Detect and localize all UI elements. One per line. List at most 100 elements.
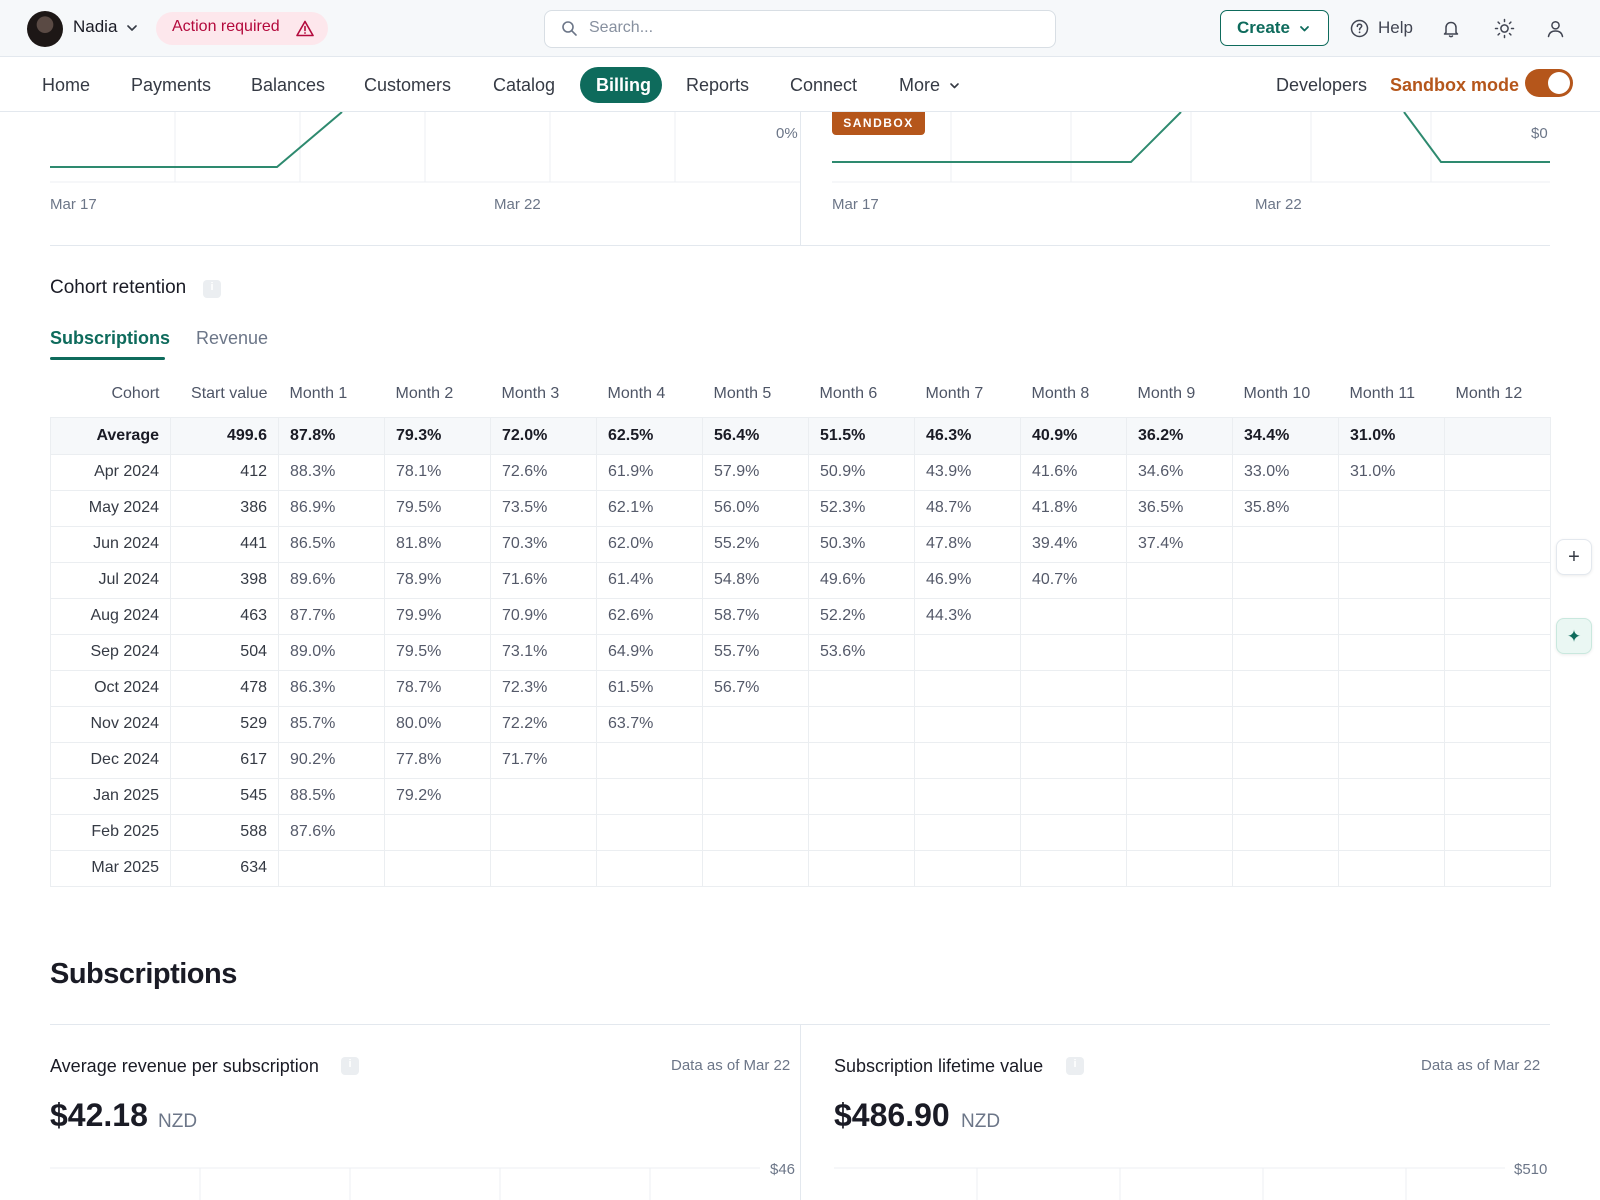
section-divider (50, 245, 1550, 246)
action-required-label[interactable]: Action required (172, 18, 280, 36)
retention-cell: 87.6% (278, 813, 385, 851)
table-row: Sep 2024 504 89.0% 79.5% 73.1% 64.9% 55.7% 53.6… (50, 633, 1551, 671)
cohort-label-cell: Feb 2025 (50, 813, 171, 851)
retention-cell: 46.3% (914, 416, 1021, 455)
info-icon[interactable] (203, 280, 221, 298)
column-header: Month 5 (713, 385, 772, 403)
retention-cell: 79.2% (384, 777, 491, 815)
column-header: Month 10 (1243, 385, 1311, 403)
retention-cell: 85.7% (278, 705, 385, 743)
retention-cell (1338, 741, 1445, 779)
nav-item-payments[interactable]: Payments (131, 75, 211, 96)
cohort-label-cell: Sep 2024 (50, 633, 171, 671)
ltv-title: Subscription lifetime value (834, 1056, 1044, 1076)
start-value-cell: 617 (170, 741, 279, 779)
retention-cell (490, 777, 597, 815)
tab-subscriptions[interactable]: Subscriptions (50, 328, 170, 349)
x-tick-label: Mar 22 (494, 196, 541, 213)
retention-cell (1232, 777, 1339, 815)
retention-cell (808, 777, 915, 815)
retention-cell: 55.7% (702, 633, 809, 671)
add-button[interactable]: + (1556, 539, 1592, 575)
retention-cell: 54.8% (702, 561, 809, 599)
retention-cell: 33.0% (1232, 453, 1339, 491)
retention-cell: 50.3% (808, 525, 915, 563)
retention-cell: 53.6% (808, 633, 915, 671)
info-icon[interactable] (341, 1057, 359, 1075)
help-icon[interactable] (1350, 19, 1369, 38)
column-header: Month 4 (607, 385, 666, 403)
retention-cell: 70.3% (490, 525, 597, 563)
start-value-cell: 386 (170, 489, 279, 527)
nav-item-more[interactable]: More (899, 75, 940, 96)
info-icon[interactable] (1066, 1057, 1084, 1075)
chevron-down-icon[interactable] (948, 79, 961, 92)
retention-cell: 31.0% (1338, 416, 1445, 455)
retention-cell: 78.1% (384, 453, 491, 491)
sandbox-mode-toggle[interactable] (1525, 69, 1573, 97)
sun-icon[interactable] (1494, 18, 1515, 39)
cohort-label-cell: Jul 2024 (50, 561, 171, 599)
bell-icon[interactable] (1442, 19, 1460, 38)
retention-cell (808, 741, 915, 779)
help-label[interactable]: Help (1378, 18, 1413, 38)
currency-label: NZD (158, 1111, 198, 1132)
retention-cell: 34.6% (1126, 453, 1233, 491)
active-tab-indicator (50, 357, 165, 360)
person-icon[interactable] (1546, 19, 1565, 38)
retention-cell: 72.0% (490, 416, 597, 455)
start-value-cell: 463 (170, 597, 279, 635)
search-input[interactable] (589, 12, 1029, 44)
retention-cell: 71.6% (490, 561, 597, 599)
x-tick-label: Mar 22 (1255, 196, 1302, 213)
retention-cell (384, 849, 491, 887)
retention-cell (1444, 453, 1551, 491)
account-name[interactable]: Nadia (73, 17, 117, 37)
nav-item-billing[interactable]: Billing (596, 75, 651, 96)
column-header: Month 8 (1031, 385, 1090, 403)
sandbox-mode-label[interactable]: Sandbox mode (1390, 75, 1519, 96)
chevron-down-icon[interactable] (125, 21, 139, 35)
retention-cell (596, 741, 703, 779)
assistant-button[interactable]: ✦ (1556, 618, 1592, 654)
nav-item-home[interactable]: Home (42, 75, 90, 96)
retention-cell: 36.5% (1126, 489, 1233, 527)
retention-cell (1444, 633, 1551, 671)
avatar[interactable] (27, 11, 63, 47)
retention-cell (1232, 597, 1339, 635)
nav-item-customers[interactable]: Customers (364, 75, 451, 96)
cohort-label-cell: Aug 2024 (50, 597, 171, 635)
nav-item-reports[interactable]: Reports (686, 75, 749, 96)
tab-revenue[interactable]: Revenue (196, 328, 268, 349)
start-value-cell: 504 (170, 633, 279, 671)
retention-cell: 87.8% (278, 416, 385, 455)
retention-cell: 86.3% (278, 669, 385, 707)
retention-cell: 62.1% (596, 489, 703, 527)
subscriptions-heading: Subscriptions (50, 958, 237, 990)
create-button-label[interactable]: Create (1237, 18, 1290, 38)
start-value-cell: 412 (170, 453, 279, 491)
average-row: Average 499.6 87.8% 79.3% 72.0% 62.5% 56.4% 51.… (50, 416, 1551, 455)
retention-cell (702, 849, 809, 887)
cohort-table: Cohort Start value Month 1 Month 2 Month 3 Mo… (50, 372, 1551, 887)
sandbox-badge: SANDBOX (832, 112, 925, 135)
column-header: Month 12 (1455, 385, 1523, 403)
retention-cell: 73.5% (490, 489, 597, 527)
plus-icon: + (1568, 546, 1580, 568)
retention-cell: 79.5% (384, 489, 491, 527)
chevron-down-icon[interactable] (1298, 22, 1311, 35)
table-body: Average 499.6 87.8% 79.3% 72.0% 62.5% 56.4% 51.… (50, 416, 1551, 887)
table-row: Dec 2024 617 90.2% 77.8% 71.7% (50, 741, 1551, 779)
retention-cell: 44.3% (914, 597, 1021, 635)
nav-item-developers[interactable]: Developers (1276, 75, 1367, 96)
start-value-cell: 441 (170, 525, 279, 563)
top-bar: Nadia Action required Create Help (0, 0, 1600, 57)
retention-cell: 52.2% (808, 597, 915, 635)
retention-cell (1126, 561, 1233, 599)
retention-cell: 61.5% (596, 669, 703, 707)
nav-item-catalog[interactable]: Catalog (493, 75, 555, 96)
retention-cell (1126, 633, 1233, 671)
nav-item-connect[interactable]: Connect (790, 75, 857, 96)
nav-item-balances[interactable]: Balances (251, 75, 325, 96)
column-header: Month 3 (501, 385, 560, 403)
